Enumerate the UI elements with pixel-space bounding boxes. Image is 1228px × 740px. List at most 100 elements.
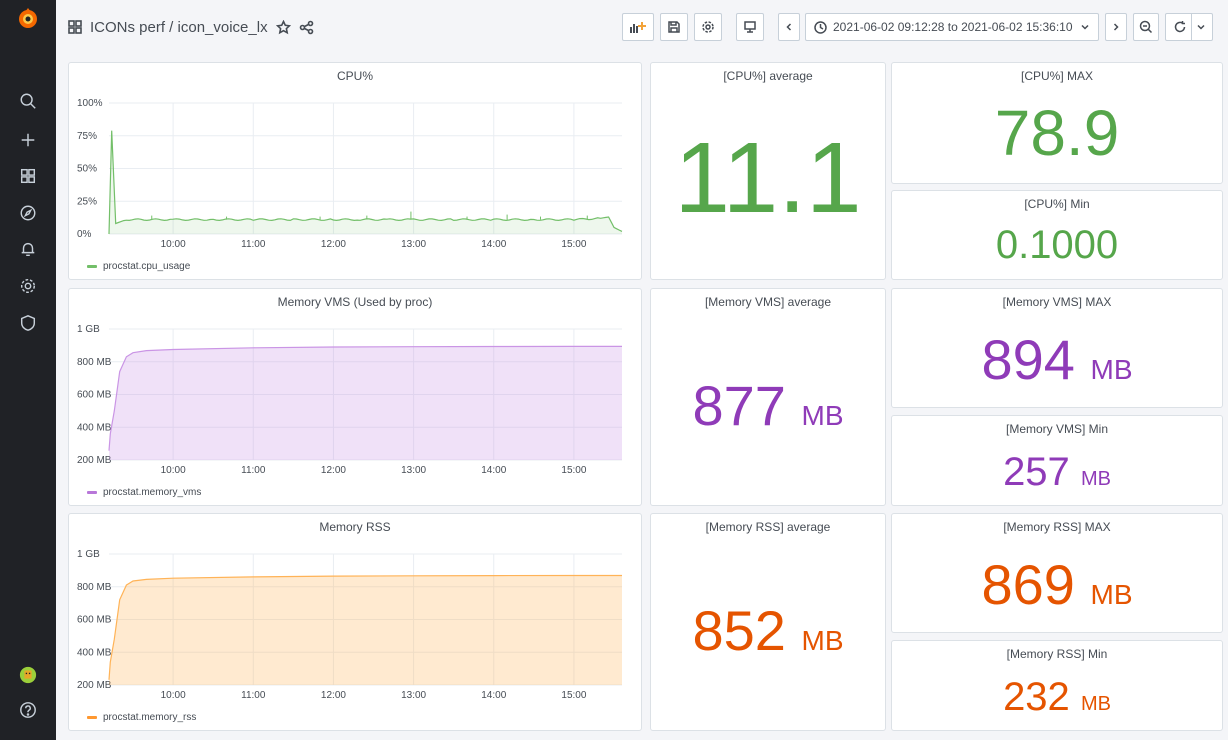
dashboards-icon <box>68 20 82 34</box>
help-icon[interactable] <box>18 700 38 720</box>
chevron-left-icon <box>786 23 792 31</box>
x-tick-label: 12:00 <box>321 690 346 701</box>
x-tick-label: 11:00 <box>241 465 266 476</box>
y-tick-label: 1 GB <box>77 324 100 335</box>
x-tick-label: 13:00 <box>401 690 426 701</box>
series-line <box>108 130 623 235</box>
y-tick-label: 800 MB <box>77 357 112 368</box>
memory-vms-min-panel[interactable]: [Memory VMS] Min 257 MB <box>891 415 1223 506</box>
stat-value: 0.1000 <box>995 223 1119 267</box>
x-tick-label: 10:00 <box>161 690 186 701</box>
refresh-button[interactable] <box>1165 13 1213 41</box>
chevron-down-icon <box>1196 24 1205 30</box>
dashboards-icon[interactable] <box>18 166 38 186</box>
stat-unit: MB <box>1080 468 1111 490</box>
stat-unit: MB <box>1090 354 1133 385</box>
x-tick-label: 13:00 <box>401 239 426 250</box>
series-area <box>109 575 622 685</box>
x-tick-label: 15:00 <box>561 690 586 701</box>
chart-legend[interactable]: procstat.memory_vms <box>87 487 201 498</box>
x-tick-label: 10:00 <box>161 465 186 476</box>
time-range-back-button[interactable] <box>778 13 800 41</box>
search-icon[interactable] <box>18 91 38 111</box>
share-icon[interactable] <box>299 20 314 35</box>
chevron-right-icon <box>1113 23 1119 31</box>
time-range-label: 2021-06-02 09:12:28 to 2021-06-02 15:36:… <box>833 20 1073 34</box>
breadcrumb[interactable]: ICONs perf / icon_voice_lx <box>68 17 314 37</box>
x-tick-label: 12:00 <box>321 465 346 476</box>
alerting-icon[interactable] <box>18 239 38 259</box>
dashboard-settings-button[interactable] <box>694 13 722 41</box>
memory-vms-chart-panel[interactable]: Memory VMS (Used by proc) 200 MB 400 MB 60… <box>68 288 642 506</box>
stat-value: 78.9 <box>994 97 1120 169</box>
refresh-icon <box>1174 21 1185 33</box>
cpu-max-panel[interactable]: [CPU%] MAX 78.9 <box>891 62 1223 184</box>
time-range-picker[interactable]: 2021-06-02 09:12:28 to 2021-06-02 15:36:… <box>805 13 1099 41</box>
panel-title[interactable]: [CPU%] MAX <box>892 69 1222 83</box>
stat-value: 869 MB <box>981 553 1133 616</box>
memory-rss-average-panel[interactable]: [Memory RSS] average 852 MB <box>650 513 886 731</box>
grafana-logo-icon[interactable] <box>16 6 40 32</box>
star-icon[interactable] <box>275 19 291 35</box>
legend-label[interactable]: procstat.memory_vms <box>103 487 201 498</box>
series-area <box>109 346 622 460</box>
panel-title[interactable]: [Memory RSS] average <box>651 520 885 534</box>
stat-value: 11.1 <box>674 122 862 234</box>
y-tick-label: 600 MB <box>77 615 112 626</box>
cycle-view-mode-button[interactable] <box>736 13 764 41</box>
cpu-chart-panel[interactable]: CPU% 0% 25% 50% 75% 100% 10:00 11:00 12:00 13:00… <box>68 62 642 280</box>
y-tick-label: 200 MB <box>77 680 112 691</box>
panel-title[interactable]: [Memory VMS] MAX <box>892 295 1222 309</box>
save-dashboard-button[interactable] <box>660 13 688 41</box>
top-navbar: ICONs perf / icon_voice_lx 2021-06-02 09… <box>56 0 1228 56</box>
panel-title[interactable]: [Memory RSS] Min <box>892 647 1222 661</box>
y-tick-label: 200 MB <box>77 455 112 466</box>
y-tick-label: 100% <box>77 98 103 109</box>
memory-vms-average-panel[interactable]: [Memory VMS] average 877 MB <box>650 288 886 506</box>
memory-rss-max-panel[interactable]: [Memory RSS] MAX 869 MB <box>891 513 1223 633</box>
shield-icon[interactable] <box>18 313 38 333</box>
stat-value: 232 MB <box>1003 675 1111 719</box>
chart-legend[interactable]: procstat.cpu_usage <box>87 261 190 272</box>
stat-value: 894 MB <box>981 328 1133 391</box>
memory-rss-min-panel[interactable]: [Memory RSS] Min 232 MB <box>891 640 1223 731</box>
stat-unit: MB <box>801 625 844 656</box>
legend-label[interactable]: procstat.memory_rss <box>103 712 196 723</box>
stat-value: 877 MB <box>692 374 844 437</box>
panel-title[interactable]: [CPU%] Min <box>892 197 1222 211</box>
stat-unit: MB <box>801 400 844 431</box>
add-panel-button[interactable] <box>622 13 654 41</box>
x-tick-label: 15:00 <box>561 239 586 250</box>
plus-icon[interactable] <box>18 130 38 150</box>
x-tick-label: 11:00 <box>241 690 266 701</box>
memory-vms-max-panel[interactable]: [Memory VMS] MAX 894 MB <box>891 288 1223 408</box>
legend-label[interactable]: procstat.cpu_usage <box>103 261 190 272</box>
time-range-forward-button[interactable] <box>1105 13 1127 41</box>
configuration-icon[interactable] <box>18 276 38 296</box>
cpu-average-panel[interactable]: [CPU%] average 11.1 <box>650 62 886 280</box>
chart-legend[interactable]: procstat.memory_rss <box>87 712 196 723</box>
x-tick-label: 11:00 <box>241 239 266 250</box>
user-avatar[interactable] <box>18 665 38 685</box>
x-tick-label: 10:00 <box>161 239 186 250</box>
stat-unit: MB <box>1090 579 1133 610</box>
y-tick-label: 0% <box>77 229 92 240</box>
cpu-min-panel[interactable]: [CPU%] Min 0.1000 <box>891 190 1223 280</box>
save-icon <box>668 21 680 33</box>
clock-icon <box>814 20 827 34</box>
panel-title[interactable]: [Memory VMS] Min <box>892 422 1222 436</box>
zoom-out-button[interactable] <box>1133 13 1159 41</box>
panel-title[interactable]: [Memory RSS] MAX <box>892 520 1222 534</box>
explore-icon[interactable] <box>18 203 38 223</box>
memory-vms-chart: 200 MB 400 MB 600 MB 800 MB 1 GB 10:00 11:00 12… <box>77 324 622 476</box>
panel-title[interactable]: [Memory VMS] average <box>651 295 885 309</box>
y-tick-label: 400 MB <box>77 422 112 433</box>
monitor-icon <box>744 21 756 33</box>
panel-title[interactable]: [CPU%] average <box>651 69 885 83</box>
y-tick-label: 600 MB <box>77 390 112 401</box>
x-tick-label: 12:00 <box>321 239 346 250</box>
add-panel-icon <box>630 22 646 33</box>
dashboard-title[interactable]: ICONs perf / icon_voice_lx <box>90 19 268 36</box>
memory-rss-chart-panel[interactable]: Memory RSS 200 MB 400 MB 600 MB 800 MB 1 GB 1… <box>68 513 642 731</box>
x-tick-label: 14:00 <box>481 690 506 701</box>
